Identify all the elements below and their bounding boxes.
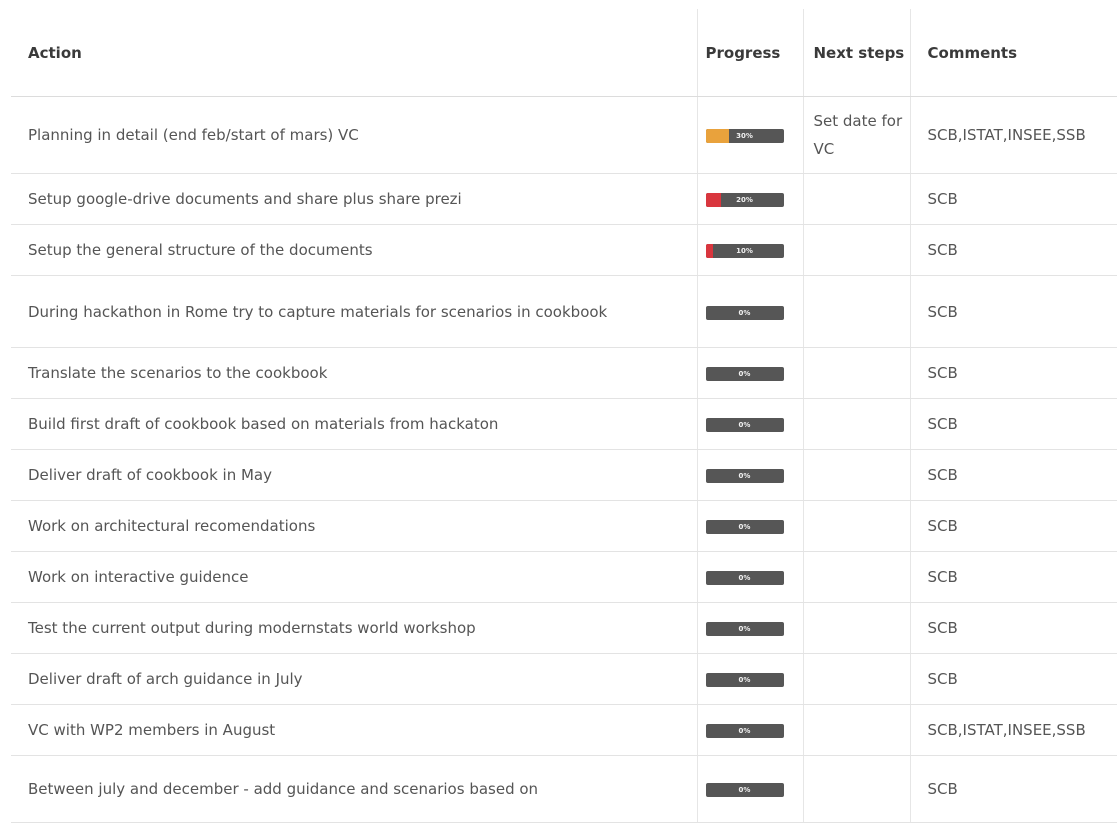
action-cell: Setup google-drive documents and share p… [11,173,697,225]
progress-bar: 0% [705,783,784,797]
comments-cell: SCB [909,500,1117,552]
progress-percent-label: 0% [738,574,751,582]
progress-bar: 0% [705,571,784,585]
table-row: Translate the scenarios to the cookbook 0… [11,347,1117,399]
progress-cell: 0% [696,653,803,705]
action-cell: Deliver draft of arch guidance in July [11,653,697,705]
action-cell: Deliver draft of cookbook in May [11,449,697,501]
action-cell: Work on interactive guidence [11,551,697,603]
next-steps-cell [802,755,910,823]
progress-cell: 0% [696,755,803,823]
action-cell: During hackathon in Rome try to capture … [11,275,697,348]
progress-bar: 0% [705,367,784,381]
table-row: VC with WP2 members in August 0% SCB,ISTAT… [11,704,1117,756]
comments-cell: SCB [909,602,1117,654]
header-next-steps[interactable]: Next steps [802,9,910,97]
table-row: Work on architectural recomendations 0% SC… [11,500,1117,552]
comments-cell: SCB,ISTAT,INSEE,SSB [909,704,1117,756]
header-action[interactable]: Action [11,9,697,97]
progress-bar: 30% [705,129,784,143]
progress-bar: 0% [705,673,784,687]
table-row: Between july and december - add guidance… [11,755,1117,823]
comments-cell: SCB [909,653,1117,705]
next-steps-cell: Set date for VC [802,96,910,174]
progress-percent-label: 30% [736,132,753,140]
table-row: Setup google-drive documents and share p… [11,173,1117,225]
progress-bar: 0% [705,724,784,738]
progress-bar: 0% [705,622,784,636]
progress-cell: 0% [696,398,803,450]
action-cell: Between july and december - add guidance… [11,755,697,823]
action-cell: Work on architectural recomendations [11,500,697,552]
table-row: Planning in detail (end feb/start of mar… [11,96,1117,174]
progress-bar: 0% [705,418,784,432]
next-steps-cell [802,347,910,399]
progress-percent-label: 0% [738,625,751,633]
progress-percent-label: 0% [738,523,751,531]
progress-cell: 20% [696,173,803,225]
progress-cell: 0% [696,551,803,603]
action-cell: Test the current output during modernsta… [11,602,697,654]
progress-bar: 0% [705,520,784,534]
progress-cell: 0% [696,347,803,399]
comments-cell: SCB [909,275,1117,348]
progress-percent-label: 0% [738,472,751,480]
progress-percent-label: 20% [736,196,753,204]
progress-percent-label: 0% [738,676,751,684]
progress-percent-label: 0% [738,370,751,378]
progress-percent-label: 0% [738,421,751,429]
progress-cell: 0% [696,500,803,552]
progress-cell: 0% [696,602,803,654]
progress-percent-label: 0% [738,786,751,794]
action-cell: Build first draft of cookbook based on m… [11,398,697,450]
table-row: During hackathon in Rome try to capture … [11,275,1117,348]
action-plan-table: Action Progress Next steps Comments Plan… [11,9,1117,823]
progress-cell: 30% [696,96,803,174]
comments-cell: SCB [909,755,1117,823]
action-cell: Setup the general structure of the docum… [11,224,697,276]
next-steps-cell [802,500,910,552]
next-steps-cell [802,398,910,450]
progress-bar: 20% [705,193,784,207]
progress-percent-label: 0% [738,308,751,317]
comments-cell: SCB [909,551,1117,603]
next-steps-cell [802,653,910,705]
next-steps-cell [802,275,910,348]
comments-cell: SCB [909,398,1117,450]
table-row: Setup the general structure of the docum… [11,224,1117,276]
header-progress[interactable]: Progress [696,9,803,97]
comments-cell: SCB [909,173,1117,225]
next-steps-cell [802,224,910,276]
progress-cell: 0% [696,275,803,348]
comments-cell: SCB [909,347,1117,399]
action-cell: Planning in detail (end feb/start of mar… [11,96,697,174]
progress-bar: 10% [705,244,784,258]
progress-percent-label: 0% [738,727,751,735]
comments-cell: SCB [909,224,1117,276]
next-steps-cell [802,602,910,654]
table-header-row: Action Progress Next steps Comments [11,9,1117,97]
progress-bar: 0% [705,469,784,483]
table-row: Work on interactive guidence 0% SCB [11,551,1117,603]
action-cell: VC with WP2 members in August [11,704,697,756]
table-row: Deliver draft of arch guidance in July 0%… [11,653,1117,705]
next-steps-cell [802,551,910,603]
progress-percent-label: 10% [736,247,753,255]
table-row: Build first draft of cookbook based on m… [11,398,1117,450]
progress-bar: 0% [705,305,784,320]
comments-cell: SCB [909,449,1117,501]
next-steps-cell [802,449,910,501]
header-comments[interactable]: Comments [909,9,1117,97]
progress-cell: 0% [696,449,803,501]
action-cell: Translate the scenarios to the cookbook [11,347,697,399]
next-steps-cell [802,173,910,225]
progress-cell: 10% [696,224,803,276]
comments-cell: SCB,ISTAT,INSEE,SSB [909,96,1117,174]
table-row: Deliver draft of cookbook in May 0% SCB [11,449,1117,501]
next-steps-cell [802,704,910,756]
progress-cell: 0% [696,704,803,756]
table-row: Test the current output during modernsta… [11,602,1117,654]
